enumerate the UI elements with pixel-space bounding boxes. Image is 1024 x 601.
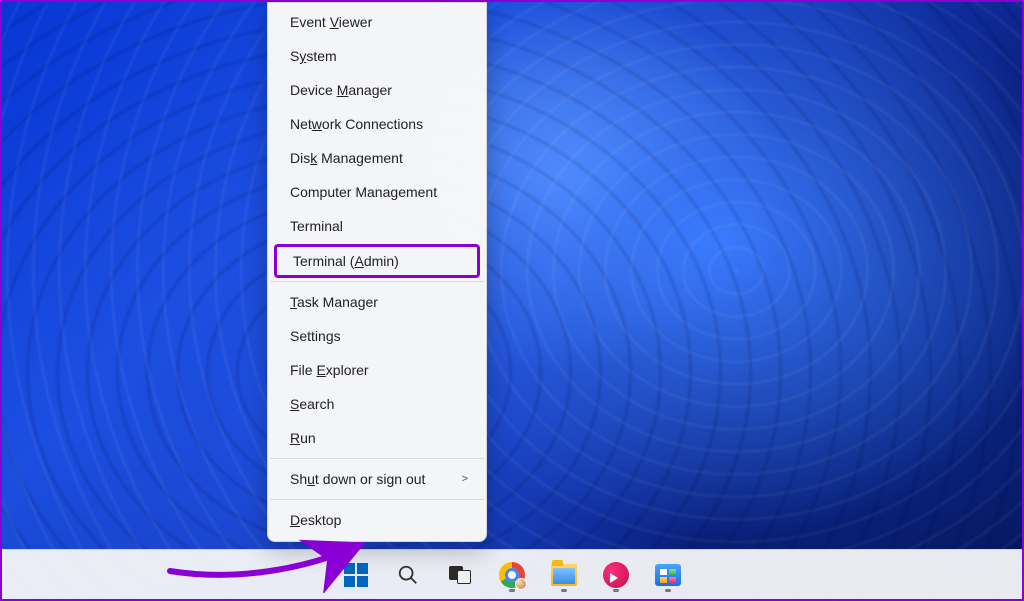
menu-item-shutdown[interactable]: Shut down or sign out > (268, 462, 486, 496)
profile-badge-icon (515, 578, 527, 590)
chevron-right-icon: > (462, 473, 468, 485)
menu-item-computer-management[interactable]: Computer Management (268, 175, 486, 209)
menu-item-label: Search (290, 396, 334, 412)
menu-item-label: Device Manager (290, 82, 392, 98)
media-app-icon (603, 562, 629, 588)
menu-item-label: Terminal (Admin) (293, 253, 399, 269)
menu-item-event-viewer[interactable]: Event Viewer (268, 5, 486, 39)
file-explorer-icon (551, 564, 577, 586)
menu-item-label: System (290, 48, 337, 64)
running-indicator (509, 589, 515, 592)
search-icon (397, 564, 419, 586)
windows-logo-icon (343, 562, 369, 588)
menu-item-label: Event Viewer (290, 14, 372, 30)
desktop-wallpaper-pattern (2, 2, 1022, 599)
taskbar-search-button[interactable] (388, 555, 428, 595)
task-view-icon (449, 566, 471, 584)
taskbar (2, 549, 1022, 599)
running-indicator (613, 589, 619, 592)
control-panel-icon (655, 564, 681, 586)
menu-item-desktop[interactable]: Desktop (268, 503, 486, 537)
start-button[interactable] (336, 555, 376, 595)
running-indicator (561, 589, 567, 592)
menu-item-task-manager[interactable]: Task Manager (268, 285, 486, 319)
menu-item-run[interactable]: Run (268, 421, 486, 455)
menu-separator (270, 458, 484, 459)
menu-item-system[interactable]: System (268, 39, 486, 73)
menu-item-device-manager[interactable]: Device Manager (268, 73, 486, 107)
menu-item-label: Desktop (290, 512, 341, 528)
running-indicator (665, 589, 671, 592)
menu-item-settings[interactable]: Settings (268, 319, 486, 353)
menu-item-terminal-admin[interactable]: Terminal (Admin) (274, 244, 480, 278)
winx-context-menu: Event Viewer System Device Manager Network … (267, 2, 487, 542)
menu-item-search[interactable]: Search (268, 387, 486, 421)
menu-item-label: Computer Management (290, 184, 437, 200)
menu-item-network-connections[interactable]: Network Connections (268, 107, 486, 141)
menu-item-label: File Explorer (290, 362, 369, 378)
menu-item-label: Run (290, 430, 316, 446)
menu-item-terminal[interactable]: Terminal (268, 209, 486, 243)
chrome-icon (499, 562, 525, 588)
menu-separator (270, 499, 484, 500)
menu-item-file-explorer[interactable]: File Explorer (268, 353, 486, 387)
menu-separator (270, 281, 484, 282)
menu-item-label: Shut down or sign out (290, 471, 425, 487)
menu-item-label: Settings (290, 328, 341, 344)
menu-item-label: Terminal (290, 218, 343, 234)
menu-item-label: Disk Management (290, 150, 403, 166)
menu-item-label: Network Connections (290, 116, 423, 132)
menu-item-disk-management[interactable]: Disk Management (268, 141, 486, 175)
task-view-button[interactable] (440, 555, 480, 595)
menu-item-label: Task Manager (290, 294, 378, 310)
